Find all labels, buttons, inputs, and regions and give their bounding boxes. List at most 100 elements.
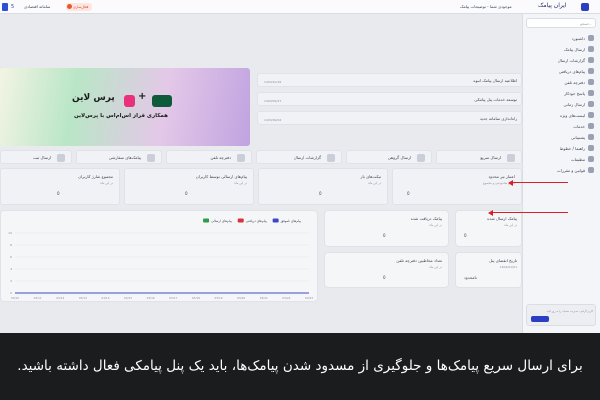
quick-action-custom[interactable]: پیامک‌های سفارشی [76,150,162,164]
banner-title: پرس لاین [72,93,115,103]
renew-button[interactable] [531,316,549,322]
caption-text: برای ارسال سریع پیامک‌ها و جلوگیری از مس… [17,358,583,374]
sidebar-item-rules[interactable]: قوانین و مقررات [557,166,594,174]
sidebar-search-input[interactable]: جستجو... [526,18,596,28]
sidebar-item-phonebook[interactable]: دفترچه تلفن [564,78,594,86]
send-icon [588,46,594,52]
y-tick-label: 6 [10,255,12,259]
stat-card: اعتبار تیر محدود اعتبار محدودیتی و مجموع… [392,168,522,205]
list-icon [588,112,594,118]
quick-action-reports[interactable]: گزارشات ارسال [256,150,342,164]
activate-button[interactable]: فعال‌سازی [66,3,92,11]
group-send-icon [417,154,425,162]
activate-button-label: فعال‌سازی [73,5,89,9]
menu-toggle-icon[interactable] [2,3,8,11]
sidebar-item-dashboard[interactable]: داشبورد [572,34,594,42]
stat-subtitle: در این ماه [234,181,247,185]
notice-item[interactable]: توسعه خدمات پنل پیامکی 1403/09/27 [257,92,522,106]
messages-chart: 10 8 6 4 2 003/10 03/11 03/12 03/13 03/14 03/15 03/… [8,218,313,300]
notice-date: 1403/09/27 [264,99,282,103]
messages-chart-card: 10 8 6 4 2 0 03/10 03/11 03/12 03/13 03/14 03/15 03/… [0,210,318,302]
dashboard-icon [588,35,594,41]
y-tick-label: 2 [10,279,12,283]
stat-subtitle: در این ماه [504,223,517,227]
y-tick-label: 4 [10,267,12,271]
sidebar-item-label: خدمات [573,123,585,129]
sidebar-item-services[interactable]: خدمات [573,122,594,130]
rules-icon [588,167,594,173]
sidebar-item-special-lists[interactable]: لیست‌های ویژه [560,111,594,119]
y-tick-label: 10 [8,231,12,235]
sidebar-footer-card: کاربر گرامی، مدیریت حساب را به روز کنید [526,304,596,326]
legend-label: پیام‌های ارسالی [211,219,232,224]
stat-value: 0 [57,191,60,196]
economy-system-link[interactable]: سامانه اقتصادی [24,4,50,10]
stat-card: تیکت‌های باز در این ماه 0 [258,168,388,205]
plus-sign: + [138,91,147,102]
dashboard-app: 5 سامانه اقتصادی فعال‌سازی موجودی شما - … [0,0,600,333]
quick-action-label: گزارشات ارسال [293,155,321,160]
phonebook-icon [588,79,594,85]
sidebar-item-send-reports[interactable]: گزارشات ارسال [558,56,594,64]
sidebar-item-label: ارسال زمانی [563,101,585,107]
x-tick-label: 03/12 [56,296,64,300]
notice-date: 1403/10/16 [264,80,282,84]
notification-counter[interactable]: 5 [11,4,14,10]
notice-text: توسعه خدمات پنل پیامکی [474,97,517,102]
notice-item[interactable]: راه‌اندازی سامانه جدید 1403/09/02 [257,111,522,125]
quick-action-register[interactable]: ارسال ثبت [0,150,72,164]
x-tick-label: 03/23 [305,296,313,300]
stat-subtitle: در این ماه [100,181,113,185]
x-tick-label: 03/17 [169,296,177,300]
quick-action-label: دفترچه تلفن [210,155,231,160]
sidebar-item-label: داشبورد [571,35,585,41]
register-icon [57,154,65,162]
sidebar-item-settings[interactable]: تنظیمات [571,155,594,163]
sidebar-item-label: پشتیبانی [571,134,585,140]
legend-swatch[interactable] [272,218,279,223]
inbox-icon [588,68,594,74]
stat-card: تعداد مخاطبین دفترچه تلفن در این ماه 0 [324,252,449,288]
sidebar-item-scheduled[interactable]: ارسال زمانی [563,100,594,108]
stat-subtitle: 1404/01/01 [499,265,517,269]
quick-action-label: ارسال ثبت [32,155,51,160]
legend-swatch[interactable] [203,218,210,223]
quick-action-phonebook[interactable]: دفترچه تلفن [166,150,252,164]
sidebar-item-label: پیام‌های دریافتی [558,68,585,74]
report-icon [588,57,594,63]
quick-action-group[interactable]: ارسال گروهی [346,150,432,164]
y-tick-label: 8 [10,243,12,247]
stat-subtitle: در این ماه [429,265,442,269]
red-arrow-pointer [508,178,568,188]
red-arrow-pointer [488,208,568,218]
notice-item[interactable]: اطلاعیه ارسال پیامک انبوه 1403/10/16 [257,73,522,87]
gear-icon [588,156,594,162]
stat-card: پیام‌های ارسالی توسط کاربران در این ماه … [124,168,254,205]
sidebar-item-send-sms[interactable]: ارسال پیامک [564,45,594,53]
send-fast-icon [507,154,515,162]
clock-icon [588,101,594,107]
stat-value: نامحدود [464,275,477,280]
sidebar-item-inbox[interactable]: پیام‌های دریافتی [559,67,594,75]
sidebar-item-label: راهنما / خطوط [559,145,585,151]
sidebar-item-label: تنظیمات [570,156,585,162]
y-tick-label: 0 [10,291,12,295]
sidebar: جستجو... داشبورد ارسال پیامک گزارشات ارس… [522,14,600,333]
quick-action-send[interactable]: ارسال سریع [436,150,522,164]
legend-label: پیام‌های ناموفق [281,219,301,224]
presline-logo-icon [124,95,135,107]
phonebook-icon [237,154,245,162]
sidebar-item-guide[interactable]: راهنما / خطوط [560,144,594,152]
stat-subtitle: در این ماه [429,223,442,227]
x-tick-label: 03/20 [237,296,245,300]
guide-icon [588,145,594,151]
legend-swatch[interactable] [237,218,244,223]
sidebar-item-auto-reply[interactable]: پاسخ خودکار [564,89,594,97]
search-placeholder: جستجو... [580,22,592,26]
sidebar-item-support[interactable]: پشتیبانی [571,133,594,141]
promo-banner[interactable]: + پرس لاین همکاری فراز اس‌ام‌اس با پرس‌ل… [0,68,250,146]
app-logo-icon [581,3,589,11]
support-icon [588,134,594,140]
stat-value: 0 [383,275,386,280]
partner-logo-icon [152,95,172,107]
